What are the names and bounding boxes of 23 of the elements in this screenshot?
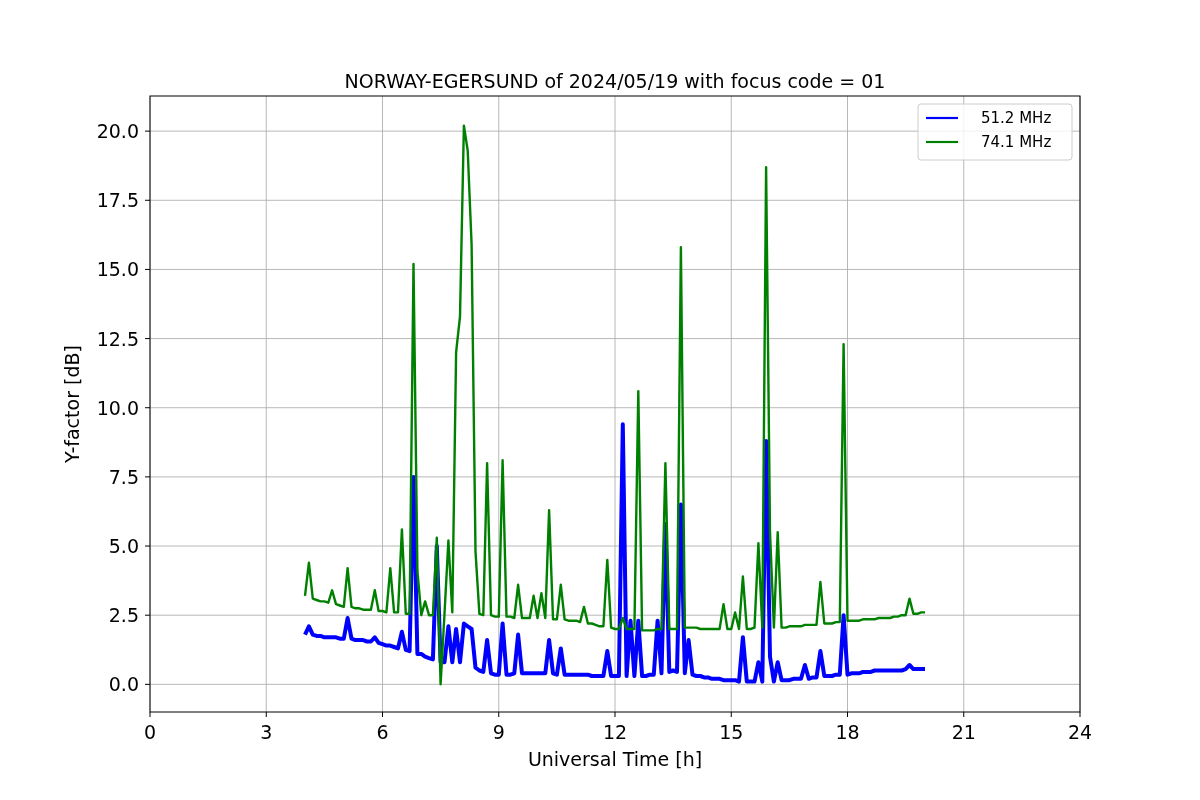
y-tick-label: 7.5 [108, 465, 139, 488]
y-tick-label: 12.5 [96, 327, 139, 350]
y-tick-label: 20.0 [96, 120, 139, 143]
x-tick-label: 3 [260, 721, 273, 743]
x-tick-label: 15 [719, 721, 744, 743]
y-tick-label: 17.5 [96, 189, 139, 212]
legend-label: 74.1 MHz [981, 133, 1052, 151]
chart-title: NORWAY-EGERSUND of 2024/05/19 with focus code = 01 [344, 70, 886, 92]
x-tick-label: 9 [492, 721, 505, 743]
x-tick-label: 21 [951, 721, 976, 743]
x-tick-label: 12 [602, 721, 628, 743]
x-tick-label: 6 [376, 721, 389, 743]
x-tick-label: 24 [1067, 721, 1093, 743]
x-tick-label: 18 [835, 721, 860, 743]
x-tick-label: 0 [143, 721, 157, 743]
y-tick-label: 10.0 [96, 396, 139, 419]
x-axis-label: Universal Time [h] [527, 748, 703, 770]
y-tick-label: 2.5 [108, 604, 139, 627]
y-axis-label: Y-factor [dB] [61, 345, 83, 463]
legend-label: 51.2 MHz [981, 109, 1052, 127]
y-tick-label: 15.0 [96, 258, 139, 281]
y-tick-label: 5.0 [108, 535, 139, 558]
y-tick-label: 0.0 [108, 673, 139, 696]
